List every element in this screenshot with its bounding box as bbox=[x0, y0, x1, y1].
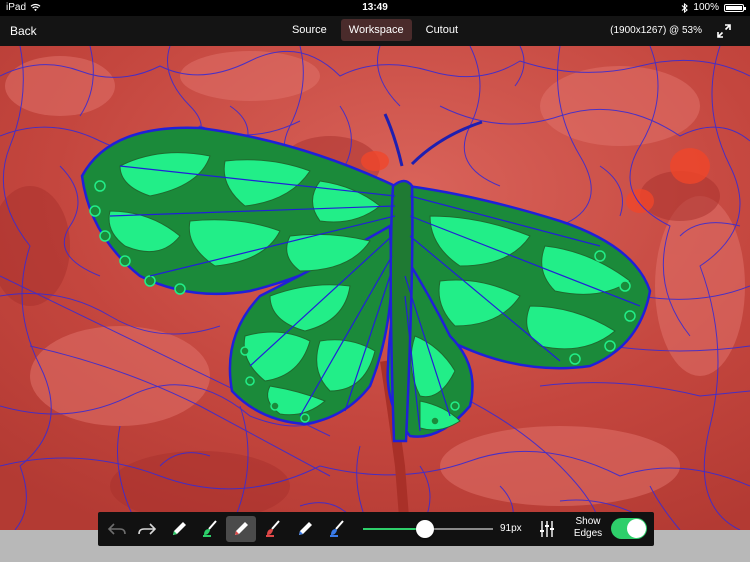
tab-workspace[interactable]: Workspace bbox=[340, 19, 412, 41]
tab-cutout[interactable]: Cutout bbox=[418, 19, 466, 41]
adjust-sliders-icon[interactable] bbox=[536, 518, 558, 540]
show-edges-toggle[interactable] bbox=[611, 518, 647, 539]
segmented-image[interactable] bbox=[0, 46, 750, 530]
expand-icon[interactable] bbox=[716, 23, 732, 39]
bluetooth-icon bbox=[682, 2, 689, 13]
battery-fill bbox=[726, 5, 742, 10]
foreground-brush-tool[interactable] bbox=[195, 516, 225, 542]
pencil-icon bbox=[173, 522, 186, 535]
tab-source[interactable]: Source bbox=[284, 19, 335, 41]
slider-thumb[interactable] bbox=[416, 520, 435, 538]
show-edges-label: Show Edges bbox=[573, 516, 603, 539]
background-brush-tool[interactable] bbox=[258, 516, 288, 542]
edge-pencil-icon bbox=[299, 522, 312, 535]
status-time: 13:49 bbox=[362, 2, 388, 13]
battery-icon bbox=[724, 3, 746, 12]
pencil-tool[interactable] bbox=[164, 516, 194, 542]
brush-size-value: 91px bbox=[500, 523, 522, 534]
edge-pencil-tool[interactable] bbox=[290, 516, 320, 542]
edit-toolbar: 91px Show Edges bbox=[98, 512, 654, 546]
battery-percent: 100% bbox=[693, 2, 719, 13]
status-bar: iPad 13:49 100% bbox=[0, 0, 750, 16]
edge-brush-icon bbox=[330, 520, 344, 537]
workspace-canvas[interactable] bbox=[0, 46, 750, 530]
status-right: 100% bbox=[681, 2, 746, 13]
brush-size-slider[interactable] bbox=[363, 520, 493, 538]
toggle-knob bbox=[627, 519, 646, 538]
undo-button[interactable] bbox=[102, 516, 132, 542]
edge-brush-tool[interactable] bbox=[322, 516, 352, 542]
redo-icon bbox=[138, 523, 157, 535]
eraser-icon bbox=[235, 522, 248, 535]
foreground-brush-icon bbox=[203, 520, 217, 537]
undo-icon bbox=[107, 523, 126, 535]
redo-button[interactable] bbox=[132, 516, 162, 542]
eraser-tool[interactable] bbox=[226, 516, 256, 542]
nav-bar: Back Source Workspace Cutout (1900x1267)… bbox=[0, 16, 750, 46]
image-size-zoom: (1900x1267) @ 53% bbox=[610, 25, 702, 36]
background-brush-icon bbox=[266, 520, 280, 537]
